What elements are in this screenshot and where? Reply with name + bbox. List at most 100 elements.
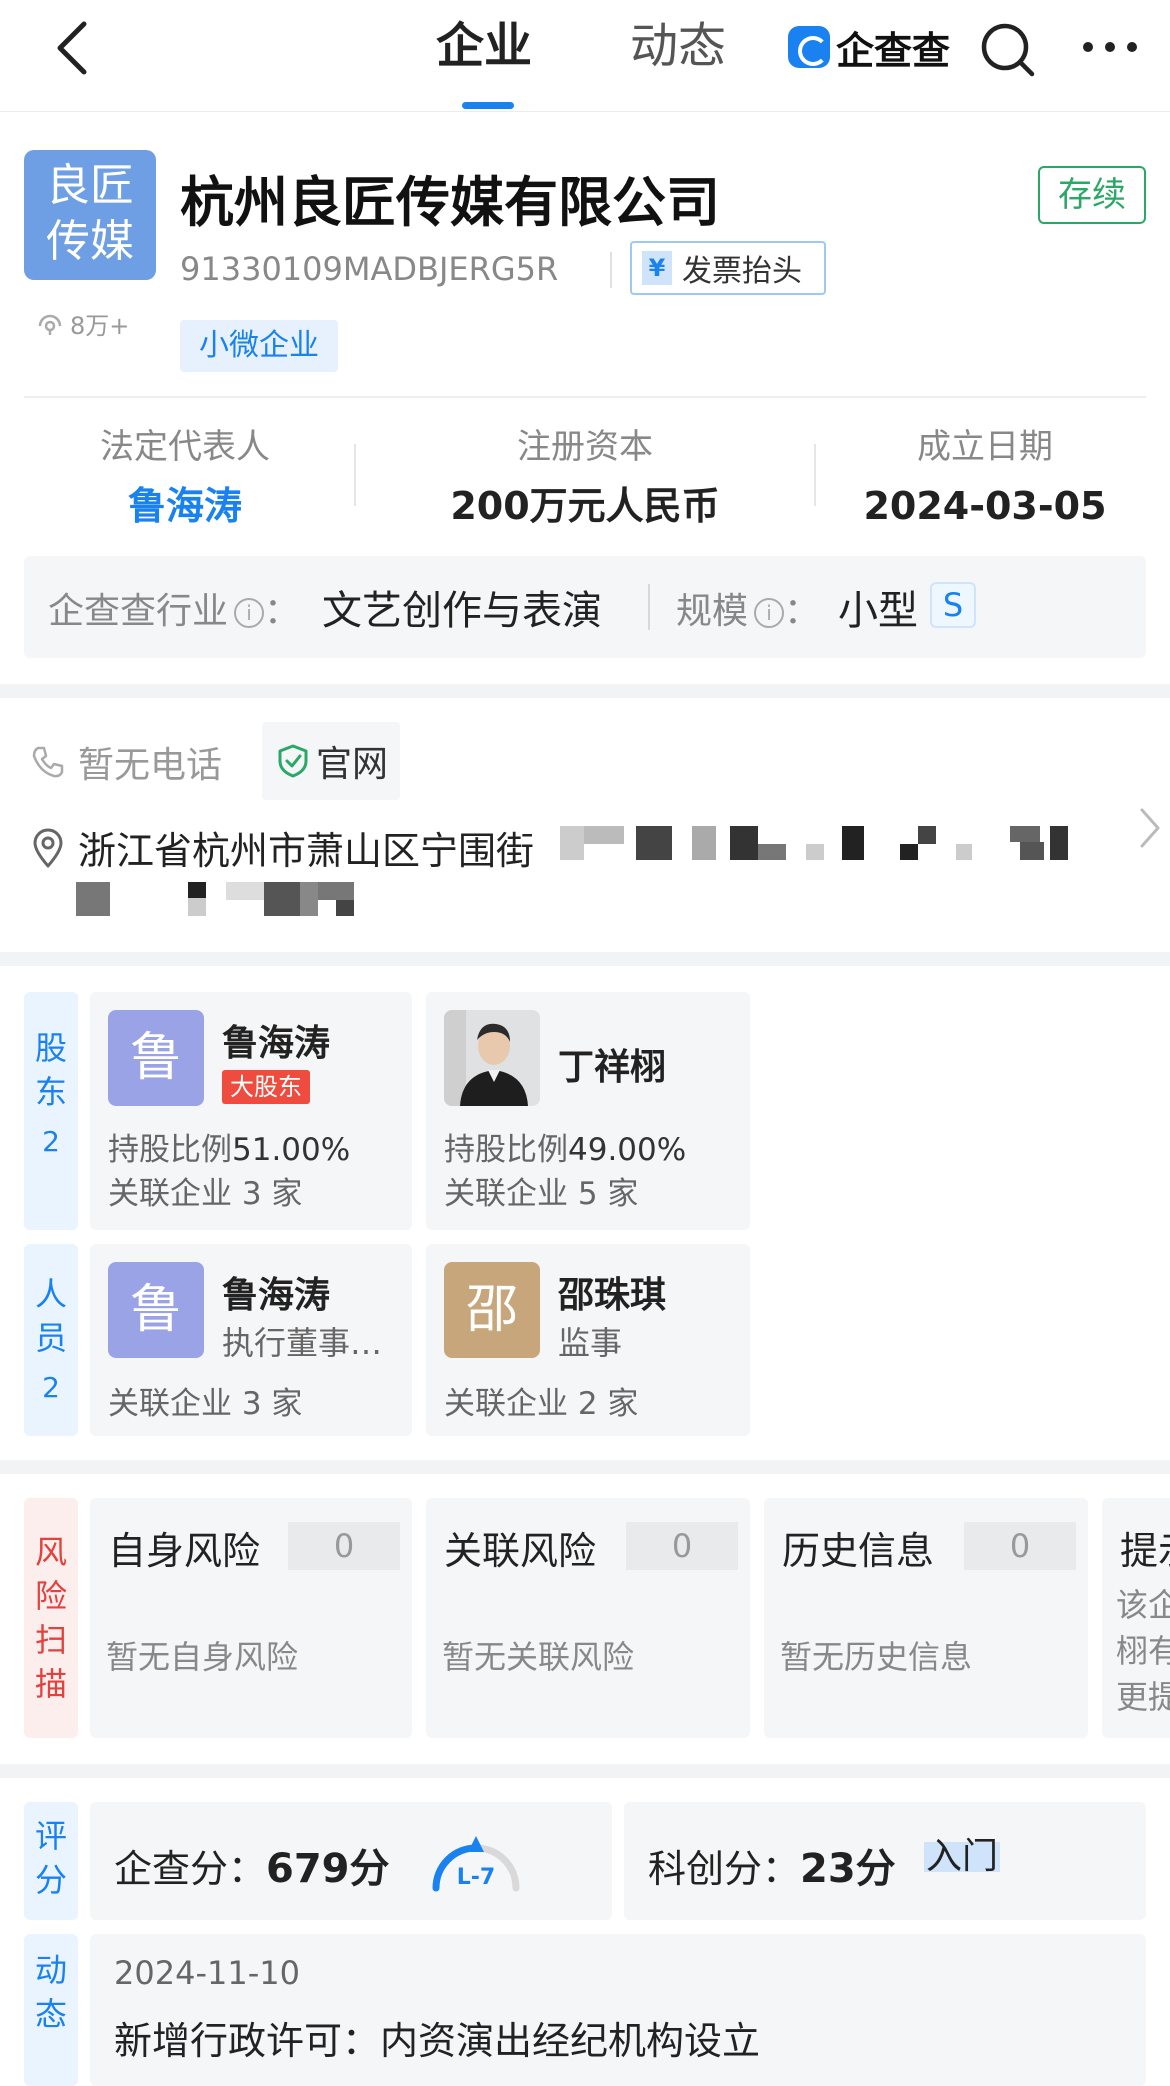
risk-card-related[interactable]: 关联风险 0 暂无关联风险 (426, 1498, 750, 1738)
company-type-tag[interactable]: 小微企业 (180, 320, 338, 372)
tab-score[interactable]: 评 分 (24, 1802, 78, 1920)
views-icon (38, 314, 62, 335)
share-ratio-value: 51.00% (232, 1132, 351, 1168)
scale-label-group: 规模 i： (676, 582, 820, 634)
brand-logo: 企查查 (788, 24, 950, 73)
capital-value: 200万元人民币 (450, 484, 720, 528)
industry-value[interactable]: 文艺创作与表演 (322, 578, 602, 636)
invoice-header-button[interactable]: ¥ 发票抬头 (630, 241, 826, 295)
section-separator (0, 1764, 1170, 1778)
share-ratio-label: 持股比例 (444, 1132, 568, 1168)
tab-shareholders[interactable]: 股 东 2 (24, 992, 78, 1230)
shareholder-card[interactable]: 丁祥栩 持股比例49.00% 关联企业 5 家 (426, 992, 750, 1230)
kc-score: 科创分：23分 (648, 1836, 896, 1894)
kc-score-label: 科创分： (648, 1847, 801, 1891)
tab-dynamics-side[interactable]: 动 态 (24, 1934, 78, 2086)
risk-tab-char: 描 (34, 1665, 67, 1703)
section-separator (0, 1460, 1170, 1474)
risk-title: 自身风险 (108, 1529, 261, 1573)
date-label: 成立日期 (917, 427, 1053, 467)
info-icon[interactable]: i (754, 598, 785, 628)
more-options-icon[interactable] (1080, 40, 1140, 54)
divider (648, 584, 650, 630)
personnel-name[interactable]: 邵珠琪 (558, 1266, 666, 1318)
avatar: 鲁 (108, 1262, 204, 1358)
risk-tab-char: 扫 (34, 1621, 67, 1659)
kc-score-card[interactable]: 科创分：23分 入门 (624, 1802, 1146, 1920)
risk-card-self[interactable]: 自身风险 0 暂无自身风险 (90, 1498, 412, 1738)
risk-title: 提示 (1120, 1529, 1170, 1573)
tab-enterprise[interactable]: 企业 (436, 16, 532, 76)
personnel-card[interactable]: 邵 邵珠琪 监事 关联企业 2 家 (426, 1244, 750, 1436)
risk-desc: 暂无历史信息 (780, 1638, 973, 1676)
back-arrow-icon[interactable] (52, 18, 92, 78)
avatar (444, 1010, 540, 1106)
major-shareholder-badge: 大股东 (222, 1070, 310, 1104)
avatar: 邵 (444, 1262, 540, 1358)
registered-capital: 注册资本 200万元人民币 (420, 424, 750, 530)
tab-dynamics[interactable]: 动态 (630, 16, 726, 76)
top-nav-bar: 企业 动态 企查查 (0, 0, 1170, 112)
info-icon[interactable]: i (234, 598, 265, 628)
shareholders-tab-char: 股 (34, 1029, 67, 1067)
location-pin-icon (33, 828, 63, 867)
active-tab-indicator (462, 102, 514, 109)
dynamics-card[interactable]: 2024-11-10 新增行政许可：内资演出经纪机构设立 (90, 1934, 1146, 2086)
qcc-score-card[interactable]: 企查分：679分 L-7 (90, 1802, 612, 1920)
related-companies[interactable]: 关联企业 3 家 (108, 1168, 302, 1213)
tab-risk-scan[interactable]: 风 险 扫 描 (24, 1498, 78, 1738)
scale-colon: ： (784, 591, 821, 632)
risk-tips-line: 栩有 (1116, 1632, 1170, 1670)
score-gauge-icon: L-7 (432, 1836, 520, 1892)
risk-desc: 暂无自身风险 (106, 1638, 299, 1676)
dynamics-tab-char: 态 (34, 1995, 67, 2033)
shareholder-name[interactable]: 鲁海涛 (222, 1014, 330, 1066)
dynamics-date: 2024-11-10 (114, 1954, 300, 1992)
shareholder-card[interactable]: 鲁 鲁海涛 大股东 持股比例51.00% 关联企业 3 家 (90, 992, 412, 1230)
capital-label: 注册资本 (517, 427, 653, 467)
search-icon[interactable] (978, 20, 1038, 80)
shareholders-tab-char: 东 (34, 1073, 67, 1111)
qcc-score-label: 企查分： (114, 1847, 267, 1891)
risk-tips-line: 更提 (1116, 1678, 1170, 1716)
shareholder-name[interactable]: 丁祥栩 (558, 1038, 666, 1090)
related-companies[interactable]: 关联企业 2 家 (444, 1378, 638, 1423)
related-companies[interactable]: 关联企业 5 家 (444, 1168, 638, 1213)
risk-card-history[interactable]: 历史信息 0 暂无历史信息 (764, 1498, 1088, 1738)
date-value: 2024-03-05 (863, 484, 1107, 528)
share-ratio-value: 49.00% (568, 1132, 687, 1168)
person-photo-icon (444, 1010, 540, 1106)
section-separator (0, 684, 1170, 698)
chevron-right-icon[interactable] (1138, 806, 1162, 850)
personnel-card[interactable]: 鲁 鲁海涛 执行董事… 关联企业 3 家 (90, 1244, 412, 1436)
tab-personnel[interactable]: 人 员 2 (24, 1244, 78, 1436)
phone-row[interactable]: 暂无电话 (30, 736, 222, 788)
website-button[interactable]: 官网 (262, 722, 400, 800)
avatar: 鲁 (108, 1010, 204, 1106)
address-row[interactable]: 浙江省杭州市萧山区宁围街 (30, 820, 534, 875)
risk-tips-line: 该企 (1116, 1586, 1170, 1624)
legal-rep-link[interactable]: 鲁海涛 (60, 482, 310, 530)
legal-rep-label: 法定代表人 (100, 427, 270, 467)
risk-tab-char: 风 (34, 1533, 67, 1571)
credit-separator (610, 252, 612, 288)
legal-representative: 法定代表人 鲁海涛 (60, 424, 310, 530)
risk-card-tips[interactable]: 提示 该企 栩有 更提 (1102, 1498, 1170, 1738)
address-text: 浙江省杭州市萧山区宁围街 (78, 829, 535, 873)
credit-code[interactable]: 91330109MADBJERG5R (180, 250, 558, 288)
risk-count: 0 (288, 1522, 400, 1570)
related-companies[interactable]: 关联企业 3 家 (108, 1378, 302, 1423)
logo-line-2: 传媒 (46, 216, 134, 267)
personnel-name[interactable]: 鲁海涛 (222, 1266, 330, 1318)
risk-tab-char: 险 (34, 1577, 67, 1615)
phone-text: 暂无电话 (78, 745, 223, 786)
status-badge: 存续 (1038, 166, 1146, 224)
score-tab-char: 分 (34, 1861, 67, 1899)
divider (24, 396, 1146, 398)
company-logo: 良匠 传媒 (24, 150, 156, 280)
divider (354, 444, 356, 506)
qichacha-logo-icon (788, 26, 830, 68)
gauge-level: L-7 (457, 1865, 495, 1890)
view-count: 8万+ (36, 306, 129, 341)
score-tab-char: 评 (34, 1817, 67, 1855)
